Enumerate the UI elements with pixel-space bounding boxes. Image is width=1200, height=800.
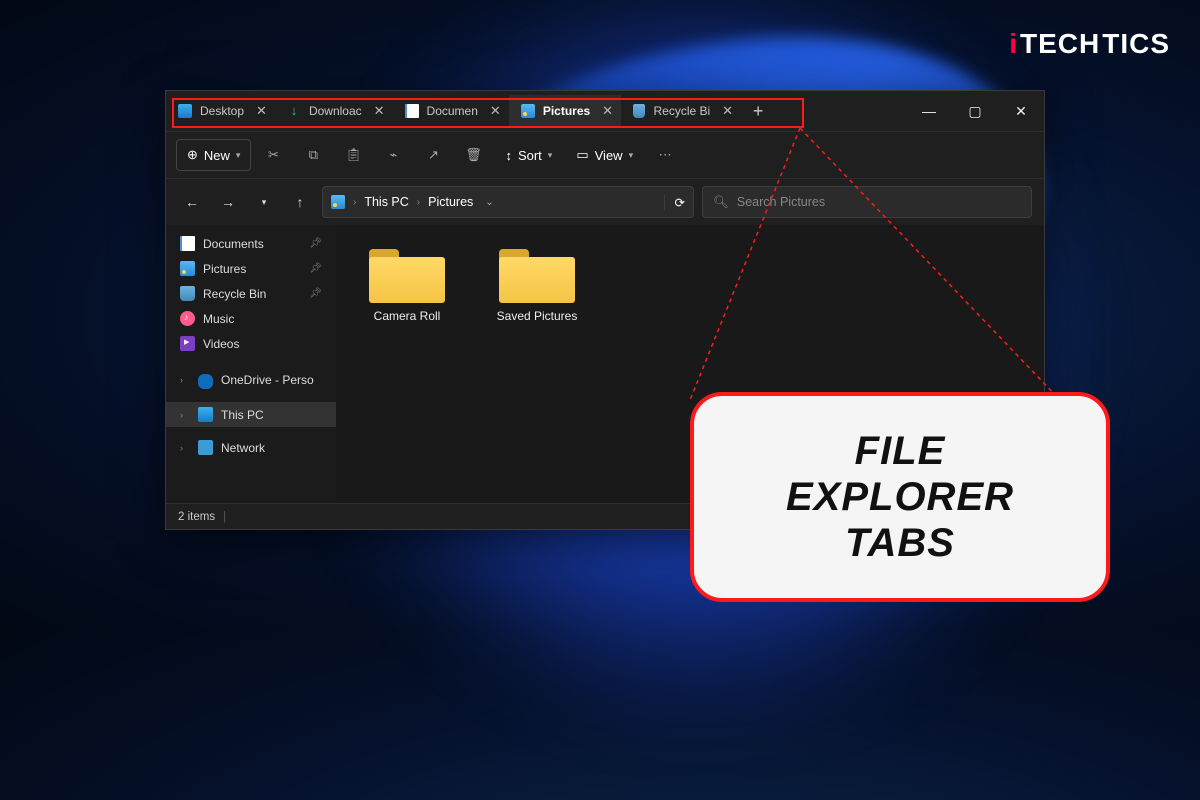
maximize-button[interactable]: ▢ [952,91,998,131]
close-tab-icon[interactable]: ✕ [374,103,385,119]
clipboard-icon: 📋︎ [345,147,362,163]
folder-camera-roll[interactable]: Camera Roll [352,237,462,329]
share-icon: ↗ [428,147,439,163]
cut-button[interactable]: ✂ [255,139,291,171]
sort-icon: ↕ [505,148,512,163]
navigation-pane: Documents 📌︎ Pictures 📌︎ Recycle Bin 📌︎ … [166,225,336,503]
rename-icon: ⌁ [390,147,398,163]
recent-menu-button[interactable]: ▾ [250,188,278,216]
videos-icon [180,336,195,351]
forward-button[interactable]: → [214,188,242,216]
command-bar: ⊕ New ▾ ✂ ⧉ 📋︎ ⌁ ↗ 🗑︎ ↕ Sort ▾ ▭ View ▾ … [166,131,1044,179]
download-icon: ↓ [287,104,301,118]
close-window-button[interactable]: ✕ [998,91,1044,131]
back-button[interactable]: ← [178,188,206,216]
tab-recycle-bin[interactable]: Recycle Bi ✕ [621,95,741,127]
plus-circle-icon: ⊕ [187,147,198,163]
delete-button[interactable]: 🗑︎ [455,139,491,171]
chevron-right-icon: › [417,197,420,208]
tab-label: Pictures [543,104,590,118]
sidebar-item-recycle-bin[interactable]: Recycle Bin 📌︎ [166,281,336,306]
folder-icon [499,243,575,303]
document-icon [180,236,195,251]
tab-label: Desktop [200,104,244,118]
pin-icon: 📌︎ [309,263,322,274]
scissors-icon: ✂ [268,147,279,163]
tab-strip: Desktop ✕ ↓ Downloac ✕ Documen ✕ Picture… [166,91,775,131]
annotation-callout: FILE EXPLORER TABS [690,392,1110,602]
close-tab-icon[interactable]: ✕ [490,103,501,119]
pin-icon: 📌︎ [309,238,322,249]
navigation-row: ← → ▾ ↑ › This PC › Pictures ⌄ ⟳ 🔍︎ Sear… [166,179,1044,225]
chevron-down-icon: ▾ [548,150,553,161]
desktop-icon [178,104,192,118]
address-dropdown-button[interactable]: ⌄ [481,197,497,208]
search-box[interactable]: 🔍︎ Search Pictures [702,186,1032,218]
recycle-bin-icon [180,286,195,301]
chevron-right-icon[interactable]: › [180,443,190,453]
search-placeholder: Search Pictures [737,195,825,209]
this-pc-icon [198,407,213,422]
up-button[interactable]: ↑ [286,188,314,216]
minimize-button[interactable]: — [906,91,952,131]
view-icon: ▭ [576,147,588,163]
chevron-down-icon: ▾ [629,150,634,161]
item-count: 2 items [178,511,215,523]
tab-desktop[interactable]: Desktop ✕ [166,95,275,127]
copy-icon: ⧉ [309,147,318,163]
recycle-bin-icon [633,104,645,118]
sidebar-item-documents[interactable]: Documents 📌︎ [166,231,336,256]
pin-icon: 📌︎ [309,288,322,299]
chevron-right-icon[interactable]: › [180,375,190,385]
pictures-icon [180,261,195,276]
tab-label: Recycle Bi [653,104,710,118]
onedrive-icon [198,374,213,389]
copy-button[interactable]: ⧉ [295,139,331,171]
address-bar[interactable]: › This PC › Pictures ⌄ ⟳ [322,186,694,218]
network-icon [198,440,213,455]
sort-button[interactable]: ↕ Sort ▾ [495,139,562,171]
trash-icon: 🗑︎ [465,147,482,163]
sidebar-item-pictures[interactable]: Pictures 📌︎ [166,256,336,281]
folder-saved-pictures[interactable]: Saved Pictures [482,237,592,329]
chevron-right-icon: › [353,197,356,208]
close-tab-icon[interactable]: ✕ [722,103,733,119]
sidebar-item-music[interactable]: Music [166,306,336,331]
chevron-down-icon: ▾ [236,150,241,161]
folder-icon [369,243,445,303]
sidebar-item-onedrive[interactable]: › OneDrive - Perso [166,366,336,394]
pictures-icon [331,195,345,209]
sidebar-item-network[interactable]: › Network [166,435,336,460]
breadcrumb-root[interactable]: This PC [364,195,408,209]
window-controls: — ▢ ✕ [906,91,1044,131]
close-tab-icon[interactable]: ✕ [602,103,613,119]
new-tab-button[interactable]: + [741,101,775,122]
document-icon [405,104,419,118]
tab-pictures[interactable]: Pictures ✕ [509,95,621,127]
ellipsis-icon: ⋯ [659,147,672,163]
refresh-button[interactable]: ⟳ [664,195,685,210]
sidebar-item-this-pc[interactable]: › This PC [166,402,336,427]
breadcrumb-current[interactable]: Pictures [428,195,473,209]
tab-label: Documen [427,104,478,118]
sidebar-item-videos[interactable]: Videos [166,331,336,356]
new-button[interactable]: ⊕ New ▾ [176,139,251,171]
share-button[interactable]: ↗ [415,139,451,171]
close-tab-icon[interactable]: ✕ [256,103,267,119]
rename-button[interactable]: ⌁ [375,139,411,171]
tab-label: Downloac [309,104,362,118]
pictures-icon [521,104,535,118]
more-button[interactable]: ⋯ [647,139,683,171]
titlebar: Desktop ✕ ↓ Downloac ✕ Documen ✕ Picture… [166,91,1044,131]
brand-logo: iTECHTICS [1009,28,1170,60]
music-icon [180,311,195,326]
tab-downloads[interactable]: ↓ Downloac ✕ [275,95,393,127]
chevron-right-icon[interactable]: › [180,410,190,420]
paste-button[interactable]: 📋︎ [335,139,371,171]
search-icon: 🔍︎ [713,195,729,210]
view-button[interactable]: ▭ View ▾ [566,139,643,171]
tab-documents[interactable]: Documen ✕ [393,95,509,127]
